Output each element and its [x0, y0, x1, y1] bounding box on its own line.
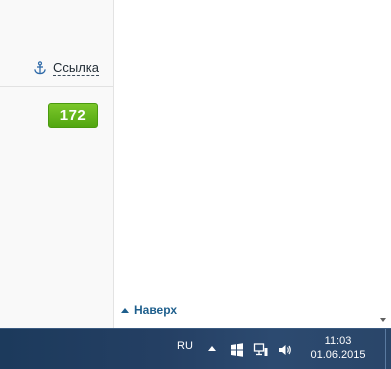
clock-time: 11:03: [324, 335, 352, 347]
network-icon[interactable]: [253, 342, 269, 358]
language-indicator[interactable]: RU: [177, 340, 193, 352]
back-to-top-label: Наверх: [134, 303, 178, 317]
content-sidebar: Ссылка 172: [0, 0, 114, 328]
divider: [0, 86, 113, 87]
anchor-icon: [33, 61, 47, 75]
permalink-row[interactable]: Ссылка: [33, 60, 99, 76]
up-arrow-icon: [121, 307, 129, 313]
score-badge: 172: [48, 103, 98, 128]
system-clock[interactable]: 11:03 01.06.2015: [303, 334, 373, 362]
vertical-scrollbar[interactable]: [374, 0, 391, 328]
back-to-top-link[interactable]: Наверх: [121, 303, 177, 317]
action-center-flag-icon[interactable]: [229, 342, 245, 358]
permalink-link[interactable]: Ссылка: [52, 60, 99, 76]
volume-icon[interactable]: [277, 342, 293, 358]
show-hidden-icons-icon[interactable]: [208, 346, 216, 351]
clock-date: 01.06.2015: [310, 349, 366, 361]
show-desktop-button[interactable]: [385, 329, 391, 369]
taskbar: RU 11:03 01.06.2015: [0, 328, 391, 369]
scroll-down-button[interactable]: [374, 311, 391, 328]
chevron-down-icon: [379, 317, 386, 322]
